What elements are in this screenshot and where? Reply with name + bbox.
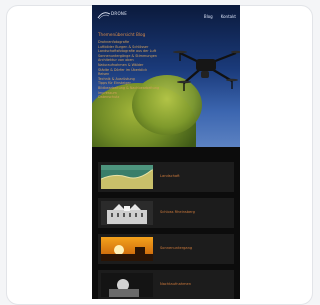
topic-menu: Themenübersicht Blog Drohnenfotografie L… [98,32,178,100]
post-card[interactable]: Sonnenuntergang [98,234,234,264]
post-title[interactable]: Sonnenuntergang [160,246,192,250]
website-preview[interactable]: DRONE Blog Kontakt Themenübersicht Blog … [92,5,240,299]
post-title[interactable]: Nachtaufnahmen [160,282,191,286]
top-navigation: Blog Kontakt [204,14,236,19]
sunset-thumbnail [101,237,153,261]
castle-thumbnail [101,201,153,225]
post-card[interactable]: Landschaft [98,162,234,192]
menu-item[interactable]: Datenschutz [98,95,178,100]
menu-title: Themenübersicht Blog [98,32,146,37]
hero-section: DRONE Blog Kontakt Themenübersicht Blog … [92,5,240,147]
post-title[interactable]: Landschaft [160,174,180,178]
post-card[interactable]: Nachtaufnahmen [98,270,234,299]
nav-link-kontakt[interactable]: Kontakt [221,14,236,19]
logo-text: DRONE [111,11,128,16]
night-thumbnail [101,273,153,297]
drone-icon [173,50,240,91]
aerial-coast-thumbnail [101,165,153,189]
post-card[interactable]: Schloss Rheinsberg [98,198,234,228]
nav-link-blog[interactable]: Blog [204,14,213,19]
post-title[interactable]: Schloss Rheinsberg [160,210,195,214]
